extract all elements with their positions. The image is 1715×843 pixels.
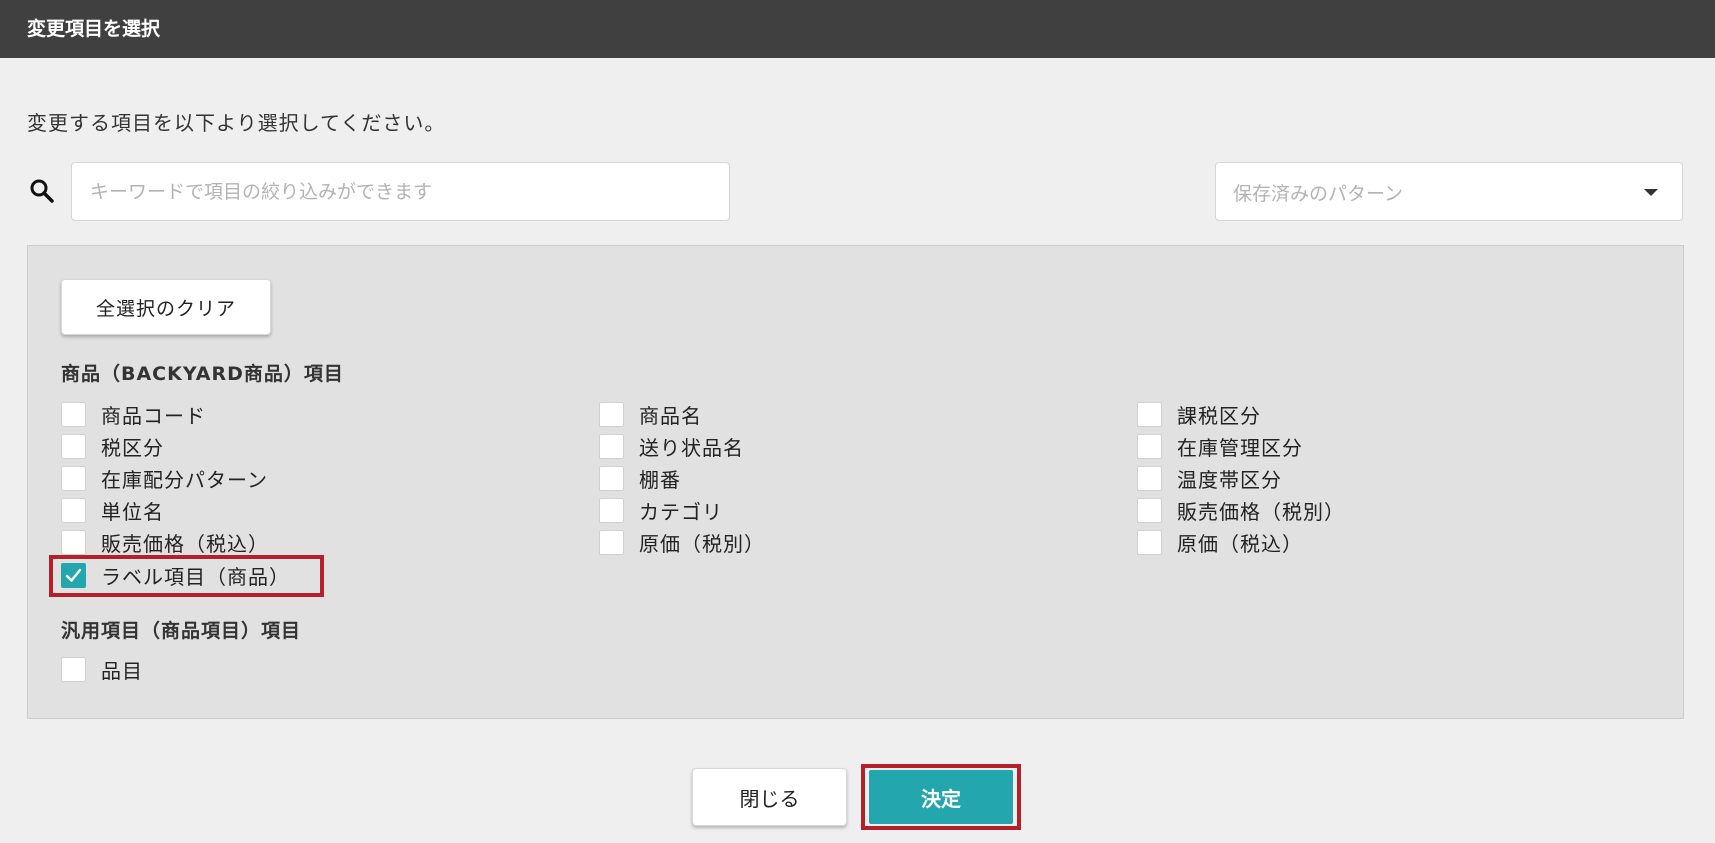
dialog-title: 変更項目を選択	[27, 18, 161, 40]
checkbox[interactable]	[61, 465, 86, 491]
clear-all-button[interactable]: 全選択のクリア	[61, 279, 271, 335]
saved-pattern-select[interactable]: 保存済みのパターン	[1215, 162, 1683, 221]
option-label: 課税区分	[1177, 403, 1261, 428]
option-label: カテゴリ	[639, 499, 723, 524]
option-label: 棚番	[639, 467, 681, 492]
option-label: 在庫管理区分	[1177, 435, 1303, 460]
option-taxation-category[interactable]: 課税区分	[1137, 400, 1261, 428]
checkbox[interactable]	[61, 497, 86, 523]
option-sales-price-tax-excl[interactable]: 販売価格（税別）	[1137, 496, 1345, 524]
checkbox[interactable]	[61, 529, 86, 555]
option-label: 販売価格（税別）	[1177, 499, 1345, 524]
option-cost-tax-excl[interactable]: 原価（税別）	[599, 528, 765, 556]
option-cost-tax-incl[interactable]: 原価（税込）	[1137, 528, 1303, 556]
option-stock-management-category[interactable]: 在庫管理区分	[1137, 432, 1303, 460]
option-label: 原価（税込）	[1177, 531, 1303, 556]
option-label: 販売価格（税込）	[101, 531, 269, 556]
checkbox[interactable]	[1137, 465, 1162, 491]
checkbox[interactable]	[1137, 497, 1162, 523]
option-label: 原価（税別）	[639, 531, 765, 556]
option-label: 品目	[101, 658, 143, 683]
checkbox[interactable]	[599, 433, 624, 459]
option-temperature-zone-category[interactable]: 温度帯区分	[1137, 464, 1282, 492]
checkbox-checked[interactable]	[61, 562, 86, 588]
checkbox[interactable]	[599, 465, 624, 491]
checkbox[interactable]	[61, 433, 86, 459]
instruction-text: 変更する項目を以下より選択してください。	[27, 111, 446, 135]
search-input[interactable]	[71, 162, 730, 221]
option-tax-category[interactable]: 税区分	[61, 432, 164, 460]
checkbox[interactable]	[599, 401, 624, 427]
option-label: ラベル項目（商品）	[101, 564, 290, 589]
option-unit-name[interactable]: 単位名	[61, 496, 164, 524]
checkbox[interactable]	[599, 497, 624, 523]
decide-button[interactable]: 決定	[869, 770, 1013, 824]
option-label: 商品コード	[101, 403, 206, 428]
checkbox[interactable]	[1137, 529, 1162, 555]
option-label: 温度帯区分	[1177, 467, 1282, 492]
saved-pattern-placeholder: 保存済みのパターン	[1233, 183, 1404, 205]
checkbox[interactable]	[1137, 433, 1162, 459]
option-label: 在庫配分パターン	[101, 467, 268, 492]
option-label: 商品名	[639, 403, 702, 428]
checkbox[interactable]	[1137, 401, 1162, 427]
close-button[interactable]: 閉じる	[692, 768, 847, 826]
item-selection-panel: 全選択のクリア 商品（BACKYARD商品）項目 商品コード 税区分 在庫配分パ…	[27, 245, 1684, 719]
section-heading-generic: 汎用項目（商品項目）項目	[61, 620, 302, 642]
option-category[interactable]: カテゴリ	[599, 496, 723, 524]
search-icon	[29, 178, 55, 204]
checkbox[interactable]	[61, 401, 86, 427]
option-label: 送り状品名	[639, 435, 744, 460]
option-shelf-number[interactable]: 棚番	[599, 464, 681, 492]
option-item[interactable]: 品目	[61, 655, 143, 683]
caret-down-icon	[1644, 189, 1658, 196]
option-label: 税区分	[101, 435, 164, 460]
option-product-name[interactable]: 商品名	[599, 400, 702, 428]
option-label-item-product[interactable]: ラベル項目（商品）	[61, 561, 290, 589]
checkbox[interactable]	[61, 656, 86, 682]
option-stock-allocation-pattern[interactable]: 在庫配分パターン	[61, 464, 268, 492]
option-label: 単位名	[101, 499, 164, 524]
check-icon	[65, 568, 82, 582]
dialog-titlebar: 変更項目を選択	[0, 0, 1715, 58]
option-invoice-product-name[interactable]: 送り状品名	[599, 432, 744, 460]
checkbox[interactable]	[599, 529, 624, 555]
option-product-code[interactable]: 商品コード	[61, 400, 206, 428]
section-heading-product: 商品（BACKYARD商品）項目	[61, 363, 344, 385]
option-sales-price-tax-incl[interactable]: 販売価格（税込）	[61, 528, 269, 556]
